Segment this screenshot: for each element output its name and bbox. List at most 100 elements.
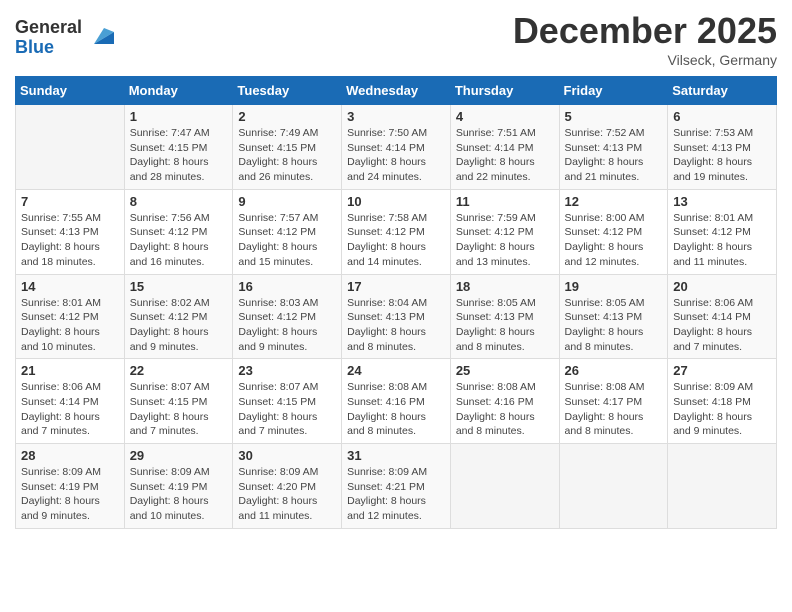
day-number: 3 [347, 109, 445, 124]
day-number: 6 [673, 109, 771, 124]
day-detail: Sunrise: 7:56 AMSunset: 4:12 PMDaylight:… [130, 211, 228, 270]
day-detail: Sunrise: 8:00 AMSunset: 4:12 PMDaylight:… [565, 211, 663, 270]
day-detail: Sunrise: 8:03 AMSunset: 4:12 PMDaylight:… [238, 296, 336, 355]
day-number: 18 [456, 279, 554, 294]
day-number: 17 [347, 279, 445, 294]
calendar-cell [559, 444, 668, 529]
day-detail: Sunrise: 8:02 AMSunset: 4:12 PMDaylight:… [130, 296, 228, 355]
day-detail: Sunrise: 7:59 AMSunset: 4:12 PMDaylight:… [456, 211, 554, 270]
title-area: December 2025 Vilseck, Germany [513, 10, 777, 68]
calendar-cell: 6Sunrise: 7:53 AMSunset: 4:13 PMDaylight… [668, 105, 777, 190]
day-number: 23 [238, 363, 336, 378]
month-title: December 2025 [513, 10, 777, 52]
day-number: 31 [347, 448, 445, 463]
day-number: 2 [238, 109, 336, 124]
calendar-cell: 12 Sunrise: 8:00 AMSunset: 4:12 PMDayligh… [559, 189, 668, 274]
calendar-cell: 21Sunrise: 8:06 AMSunset: 4:14 PMDayligh… [16, 359, 125, 444]
day-detail: Sunrise: 8:09 AMSunset: 4:18 PMDaylight:… [673, 380, 771, 439]
calendar-cell: 10Sunrise: 7:58 AMSunset: 4:12 PMDayligh… [342, 189, 451, 274]
day-number: 15 [130, 279, 228, 294]
day-number: 26 [565, 363, 663, 378]
day-number: 30 [238, 448, 336, 463]
calendar-cell [16, 105, 125, 190]
calendar-week-row: 14Sunrise: 8:01 AMSunset: 4:12 PMDayligh… [16, 274, 777, 359]
day-number: 12 [565, 194, 663, 209]
day-detail: Sunrise: 8:07 AMSunset: 4:15 PMDaylight:… [130, 380, 228, 439]
calendar-cell: 27Sunrise: 8:09 AMSunset: 4:18 PMDayligh… [668, 359, 777, 444]
calendar-cell: 20 Sunrise: 8:06 AMSunset: 4:14 PMDayligh… [668, 274, 777, 359]
weekday-header-saturday: Saturday [668, 77, 777, 105]
calendar-week-row: 21Sunrise: 8:06 AMSunset: 4:14 PMDayligh… [16, 359, 777, 444]
day-number: 21 [21, 363, 119, 378]
calendar-cell: 29Sunrise: 8:09 AMSunset: 4:19 PMDayligh… [124, 444, 233, 529]
day-number: 22 [130, 363, 228, 378]
location-text: Vilseck, Germany [513, 52, 777, 68]
day-detail: Sunrise: 8:09 AMSunset: 4:21 PMDaylight:… [347, 465, 445, 524]
calendar-cell: 26 Sunrise: 8:08 AMSunset: 4:17 PMDayligh… [559, 359, 668, 444]
day-detail: Sunrise: 8:08 AMSunset: 4:16 PMDaylight:… [347, 380, 445, 439]
weekday-header-monday: Monday [124, 77, 233, 105]
day-detail: Sunrise: 8:06 AMSunset: 4:14 PMDaylight:… [673, 296, 771, 355]
weekday-header-row: SundayMondayTuesdayWednesdayThursdayFrid… [16, 77, 777, 105]
logo-icon [86, 24, 114, 52]
calendar-week-row: 28Sunrise: 8:09 AMSunset: 4:19 PMDayligh… [16, 444, 777, 529]
day-number: 13 [673, 194, 771, 209]
day-number: 14 [21, 279, 119, 294]
day-detail: Sunrise: 8:08 AMSunset: 4:16 PMDaylight:… [456, 380, 554, 439]
weekday-header-sunday: Sunday [16, 77, 125, 105]
calendar-cell: 24 Sunrise: 8:08 AMSunset: 4:16 PMDayligh… [342, 359, 451, 444]
day-number: 24 [347, 363, 445, 378]
weekday-header-thursday: Thursday [450, 77, 559, 105]
calendar-cell: 7 Sunrise: 7:55 AMSunset: 4:13 PMDaylight… [16, 189, 125, 274]
calendar-cell: 4Sunrise: 7:51 AMSunset: 4:14 PMDaylight… [450, 105, 559, 190]
day-number: 29 [130, 448, 228, 463]
day-number: 9 [238, 194, 336, 209]
calendar-week-row: 7 Sunrise: 7:55 AMSunset: 4:13 PMDaylight… [16, 189, 777, 274]
day-number: 20 [673, 279, 771, 294]
day-number: 1 [130, 109, 228, 124]
day-detail: Sunrise: 8:04 AMSunset: 4:13 PMDaylight:… [347, 296, 445, 355]
calendar-cell: 18 Sunrise: 8:05 AMSunset: 4:13 PMDayligh… [450, 274, 559, 359]
weekday-header-wednesday: Wednesday [342, 77, 451, 105]
calendar-cell: 13Sunrise: 8:01 AMSunset: 4:12 PMDayligh… [668, 189, 777, 274]
calendar-cell: 28Sunrise: 8:09 AMSunset: 4:19 PMDayligh… [16, 444, 125, 529]
day-detail: Sunrise: 8:09 AMSunset: 4:20 PMDaylight:… [238, 465, 336, 524]
logo-blue-text: Blue [15, 38, 82, 58]
calendar-cell: 19Sunrise: 8:05 AMSunset: 4:13 PMDayligh… [559, 274, 668, 359]
logo: General Blue [15, 18, 114, 58]
calendar-cell: 11Sunrise: 7:59 AMSunset: 4:12 PMDayligh… [450, 189, 559, 274]
day-number: 16 [238, 279, 336, 294]
calendar-cell: 2 Sunrise: 7:49 AMSunset: 4:15 PMDaylight… [233, 105, 342, 190]
day-number: 19 [565, 279, 663, 294]
day-detail: Sunrise: 8:05 AMSunset: 4:13 PMDaylight:… [456, 296, 554, 355]
calendar-cell: 30 Sunrise: 8:09 AMSunset: 4:20 PMDayligh… [233, 444, 342, 529]
calendar-cell: 14Sunrise: 8:01 AMSunset: 4:12 PMDayligh… [16, 274, 125, 359]
day-number: 28 [21, 448, 119, 463]
calendar-cell: 15 Sunrise: 8:02 AMSunset: 4:12 PMDayligh… [124, 274, 233, 359]
weekday-header-tuesday: Tuesday [233, 77, 342, 105]
calendar-cell: 22 Sunrise: 8:07 AMSunset: 4:15 PMDayligh… [124, 359, 233, 444]
calendar-week-row: 1Sunrise: 7:47 AMSunset: 4:15 PMDaylight… [16, 105, 777, 190]
day-number: 10 [347, 194, 445, 209]
day-number: 5 [565, 109, 663, 124]
calendar-cell: 9Sunrise: 7:57 AMSunset: 4:12 PMDaylight… [233, 189, 342, 274]
calendar-cell [668, 444, 777, 529]
day-detail: Sunrise: 8:08 AMSunset: 4:17 PMDaylight:… [565, 380, 663, 439]
day-detail: Sunrise: 7:49 AMSunset: 4:15 PMDaylight:… [238, 126, 336, 185]
calendar-table: SundayMondayTuesdayWednesdayThursdayFrid… [15, 76, 777, 529]
calendar-cell [450, 444, 559, 529]
calendar-cell: 1Sunrise: 7:47 AMSunset: 4:15 PMDaylight… [124, 105, 233, 190]
day-detail: Sunrise: 8:07 AMSunset: 4:15 PMDaylight:… [238, 380, 336, 439]
calendar-cell: 23 Sunrise: 8:07 AMSunset: 4:15 PMDayligh… [233, 359, 342, 444]
day-number: 25 [456, 363, 554, 378]
day-detail: Sunrise: 7:52 AMSunset: 4:13 PMDaylight:… [565, 126, 663, 185]
day-detail: Sunrise: 7:50 AMSunset: 4:14 PMDaylight:… [347, 126, 445, 185]
logo-general-text: General [15, 18, 82, 38]
calendar-cell: 8Sunrise: 7:56 AMSunset: 4:12 PMDaylight… [124, 189, 233, 274]
calendar-cell: 5 Sunrise: 7:52 AMSunset: 4:13 PMDaylight… [559, 105, 668, 190]
calendar-cell: 16 Sunrise: 8:03 AMSunset: 4:12 PMDayligh… [233, 274, 342, 359]
day-number: 7 [21, 194, 119, 209]
calendar-cell: 31 Sunrise: 8:09 AMSunset: 4:21 PMDayligh… [342, 444, 451, 529]
day-detail: Sunrise: 7:55 AMSunset: 4:13 PMDaylight:… [21, 211, 119, 270]
calendar-cell: 3 Sunrise: 7:50 AMSunset: 4:14 PMDaylight… [342, 105, 451, 190]
